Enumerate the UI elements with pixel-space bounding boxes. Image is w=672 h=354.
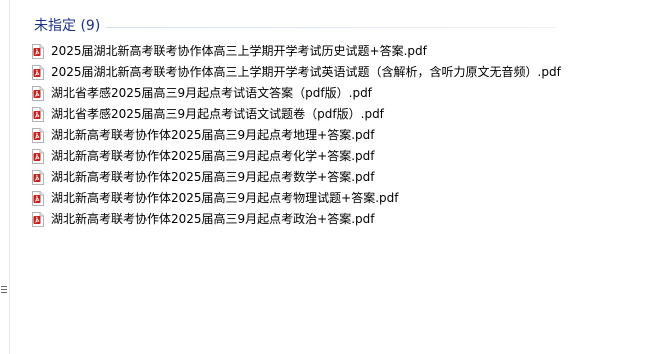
file-item[interactable]: 湖北新高考联考协作体2025届高三9月起点考物理试题+答案.pdf [32, 188, 561, 209]
pdf-file-icon [32, 128, 44, 143]
group-divider-line [106, 27, 556, 28]
file-item[interactable]: 湖北省孝感2025届高三9月起点考试语文试题卷（pdf版）.pdf [32, 104, 561, 125]
group-title: 未指定 (9) [34, 18, 101, 34]
pane-divider [9, 0, 10, 354]
file-name: 湖北新高考联考协作体2025届高三9月起点考物理试题+答案.pdf [51, 191, 399, 205]
file-explorer-pane: 未指定 (9) 2025届湖北新高考联考协作体高三上学期开学考试历史试题+答案.… [0, 0, 672, 354]
file-item[interactable]: 湖北新高考联考协作体2025届高三9月起点考政治+答案.pdf [32, 209, 561, 230]
file-item[interactable]: 湖北新高考联考协作体2025届高三9月起点考化学+答案.pdf [32, 146, 561, 167]
file-name: 湖北新高考联考协作体2025届高三9月起点考化学+答案.pdf [51, 149, 375, 163]
file-name: 湖北新高考联考协作体2025届高三9月起点考政治+答案.pdf [51, 212, 375, 226]
file-name: 2025届湖北新高考联考协作体高三上学期开学考试英语试题（含解析，含听力原文无音… [51, 65, 561, 79]
file-item[interactable]: 2025届湖北新高考联考协作体高三上学期开学考试历史试题+答案.pdf [32, 41, 561, 62]
file-item[interactable]: 湖北新高考联考协作体2025届高三9月起点考地理+答案.pdf [32, 125, 561, 146]
file-name: 湖北新高考联考协作体2025届高三9月起点考地理+答案.pdf [51, 128, 375, 142]
file-item[interactable]: 2025届湖北新高考联考协作体高三上学期开学考试英语试题（含解析，含听力原文无音… [32, 62, 561, 83]
splitter-grip-icon[interactable] [1, 284, 8, 306]
pdf-file-icon [32, 44, 44, 59]
file-name: 湖北省孝感2025届高三9月起点考试语文答案（pdf版）.pdf [51, 86, 372, 100]
file-name: 湖北新高考联考协作体2025届高三9月起点考数学+答案.pdf [51, 170, 375, 184]
pdf-file-icon [32, 107, 44, 122]
file-item[interactable]: 湖北新高考联考协作体2025届高三9月起点考数学+答案.pdf [32, 167, 561, 188]
file-name: 2025届湖北新高考联考协作体高三上学期开学考试历史试题+答案.pdf [51, 44, 427, 58]
file-list: 2025届湖北新高考联考协作体高三上学期开学考试历史试题+答案.pdf 2025… [32, 41, 561, 230]
navigation-pane-edge [0, 0, 10, 354]
pdf-file-icon [32, 191, 44, 206]
pdf-file-icon [32, 149, 44, 164]
pdf-file-icon [32, 212, 44, 227]
group-header-unspecified[interactable]: 未指定 (9) [34, 15, 556, 37]
file-item[interactable]: 湖北省孝感2025届高三9月起点考试语文答案（pdf版）.pdf [32, 83, 561, 104]
pdf-file-icon [32, 86, 44, 101]
pdf-file-icon [32, 170, 44, 185]
file-name: 湖北省孝感2025届高三9月起点考试语文试题卷（pdf版）.pdf [51, 107, 384, 121]
pdf-file-icon [32, 65, 44, 80]
